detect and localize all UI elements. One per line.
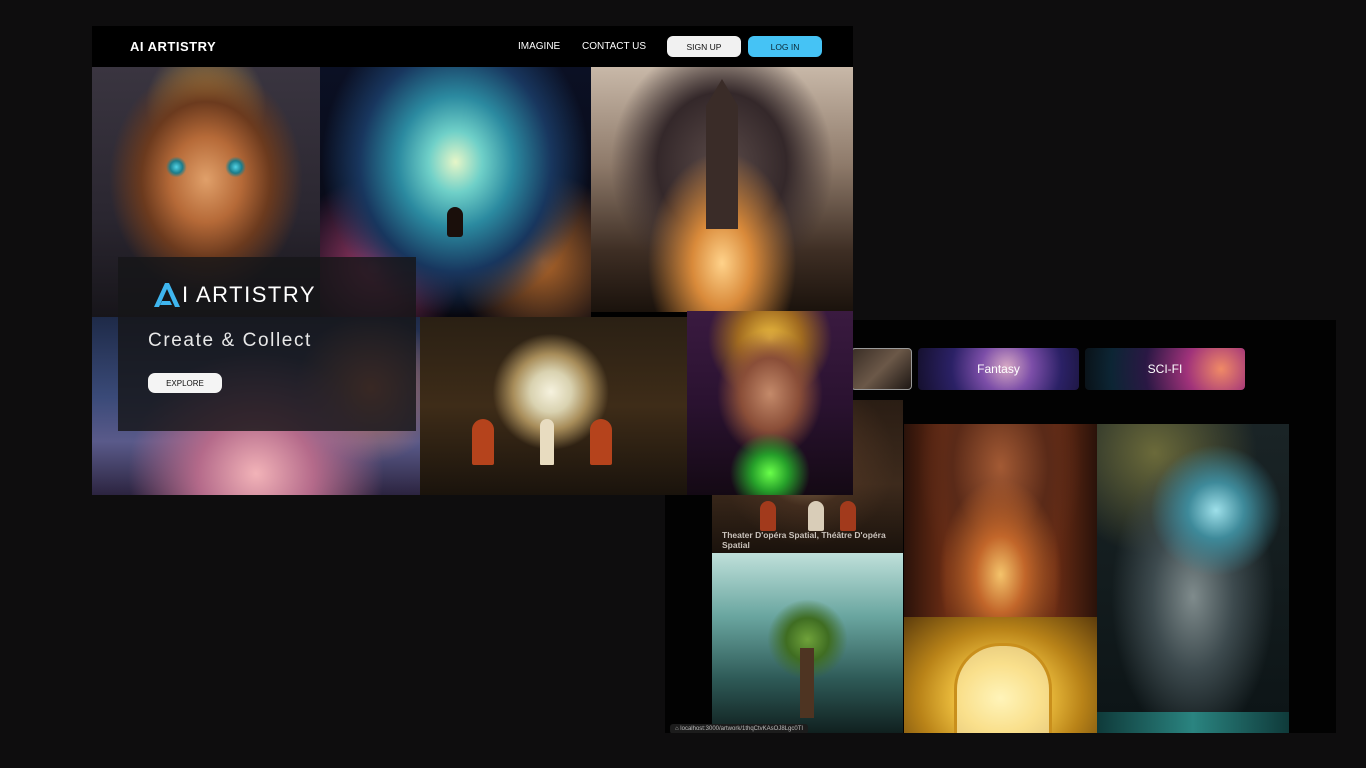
figure-shape [472, 419, 494, 465]
landing-page-screenshot: AI ARTISTRY IMAGINE CONTACT US SIGN UP L… [92, 26, 853, 495]
browser-status-url: ⌂ localhost:3000/artwork/1thqCtvKAsOJ8Lg… [670, 724, 809, 733]
log-in-button[interactable]: LOG IN [748, 36, 822, 57]
artwork-cathedral [591, 67, 853, 312]
artwork-opera-hall [420, 317, 687, 495]
artwork-tile-library[interactable] [904, 424, 1097, 617]
arch-shape [954, 643, 1052, 733]
status-url-text: localhost:3000/artwork/1thqCtvKAsOJ8Lgc0… [680, 726, 804, 732]
figure-shape [540, 419, 554, 465]
tree-trunk-shape [800, 648, 814, 718]
hero-panel: I ARTISTRY Create & Collect EXPLORE [118, 257, 416, 431]
sign-up-button[interactable]: SIGN UP [667, 36, 741, 57]
category-chip-fantasy[interactable]: Fantasy [918, 348, 1079, 390]
hero-logo-text: I ARTISTRY [182, 282, 317, 307]
hero-tagline: Create & Collect [148, 330, 312, 351]
figure-shape [808, 501, 824, 531]
category-chip[interactable] [851, 348, 912, 390]
spire-shape [706, 79, 738, 229]
artwork-tile-astronaut[interactable] [1097, 424, 1289, 712]
figure-shape [447, 207, 463, 237]
figure-shape [590, 419, 612, 465]
nav-link-imagine[interactable]: IMAGINE [518, 41, 560, 52]
artwork-tile-tree[interactable] [712, 553, 903, 733]
explore-button[interactable]: EXPLORE [148, 373, 222, 393]
artwork-title: Theater D'opéra Spatial, Théâtre D'opéra… [722, 530, 886, 550]
category-chip-scifi[interactable]: SCI-FI [1085, 348, 1245, 390]
brand-logo[interactable]: AI ARTISTRY [130, 39, 216, 54]
navbar: AI ARTISTRY IMAGINE CONTACT US SIGN UP L… [92, 26, 853, 67]
category-chip-label: SCI-FI [1147, 362, 1183, 376]
category-chip-label: Fantasy [977, 362, 1020, 376]
artwork-tile-partial[interactable] [1097, 712, 1289, 733]
artwork-cyborg-portrait [687, 311, 853, 495]
hero-logo: I ARTISTRY [153, 282, 316, 308]
logo-mark-icon [154, 283, 180, 307]
artwork-tile-golden-arch[interactable] [904, 617, 1097, 733]
nav-link-contact[interactable]: CONTACT US [582, 41, 646, 52]
figure-shape [840, 501, 856, 531]
figure-shape [760, 501, 776, 531]
